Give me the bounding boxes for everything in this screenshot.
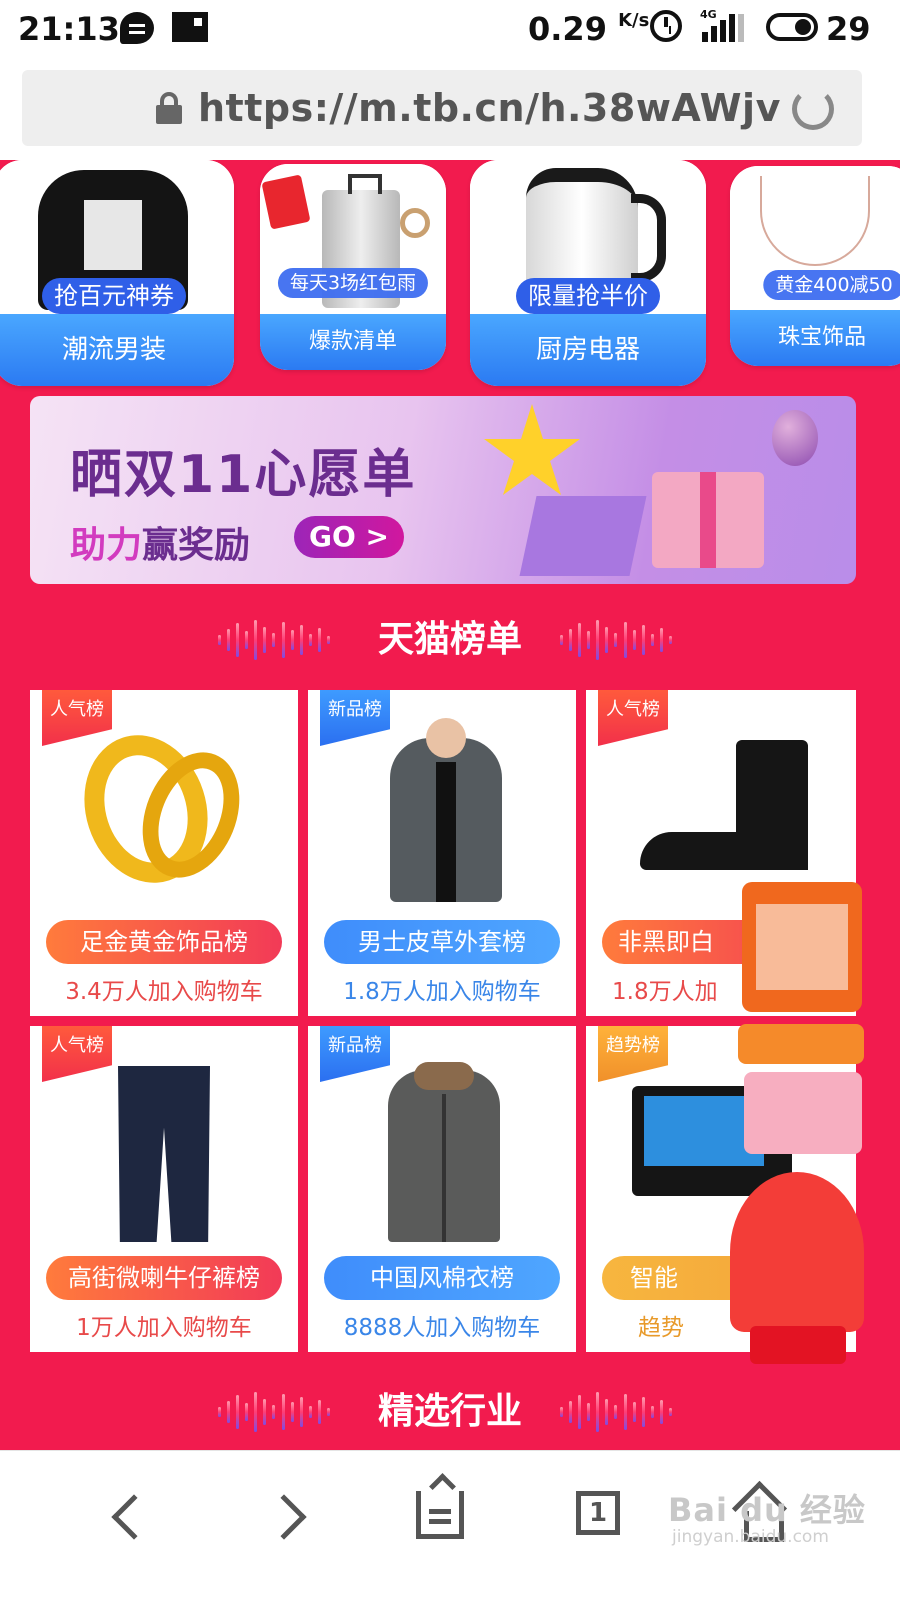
product-card[interactable]: 人气榜 高街微喇牛仔裤榜 1万人加入购物车 [30,1026,298,1352]
product-image [390,738,502,902]
forward-button[interactable] [258,1481,338,1561]
wave-decoration [218,1388,330,1436]
category-card-jewelry[interactable]: 黄金400减50 珠宝饰品 [730,166,900,366]
battery-saver-icon [766,13,818,41]
banner-subtitle: 助力赢奖励 [70,525,251,566]
category-promo: 每天3场红包雨 [277,268,429,298]
tabs-icon: 1 [576,1491,620,1535]
product-ranking-name: 高街微喇牛仔裤榜 [46,1256,282,1300]
industry-section-header: 精选行业 [0,1380,900,1444]
cart-count: 1.8万人加入购物车 [343,979,541,1005]
reload-icon[interactable] [792,88,834,130]
category-label: 爆款清单 [260,314,446,370]
section-title: 精选行业 [377,1391,522,1432]
category-image [260,164,446,324]
go-button[interactable]: GO > [294,516,404,558]
signal-icon: 4G [700,8,744,44]
chat-notification-icon [120,12,154,44]
category-card-mens-fashion[interactable]: 抢百元神券 潮流男装 [0,160,234,386]
product-image [640,740,810,880]
product-ranking-name: 中国风棉衣榜 [324,1256,560,1300]
section-title: 天猫榜单 [377,619,522,660]
watermark: Bai du 经验 [668,1491,866,1529]
ranking-section-header: 天猫榜单 [0,608,900,672]
category-card-kitchen[interactable]: 限量抢半价 厨房电器 [470,160,706,386]
floating-taobao-ad[interactable] [730,882,872,1372]
alarm-icon [650,10,682,42]
status-time: 21:13 [18,10,120,48]
cart-count: 3.4万人加入购物车 [65,979,263,1005]
category-label: 珠宝饰品 [730,310,900,366]
wave-decoration [218,616,330,664]
watermark-url: jingyan.baidu.com [672,1527,829,1547]
category-promo: 抢百元神券 [42,278,186,314]
wishlist-banner[interactable]: 晒双11心愿单 助力赢奖励 GO > [30,396,856,584]
wave-decoration [560,616,672,664]
lock-icon [156,92,182,124]
tabs-button[interactable]: 1 [560,1481,640,1561]
image-notification-icon [172,12,208,42]
banner-title: 晒双11心愿单 [70,445,417,505]
category-label: 潮流男装 [0,314,234,386]
product-ranking-name: 男士皮草外套榜 [324,920,560,964]
product-card[interactable]: 新品榜 男士皮草外套榜 1.8万人加入购物车 [308,690,576,1016]
product-card[interactable]: 人气榜 足金黄金饰品榜 3.4万人加入购物车 [30,690,298,1016]
category-label: 厨房电器 [470,314,706,386]
rank-tag: 人气榜 [42,690,112,746]
taobao-badge-icon[interactable] [742,882,862,1012]
category-promo: 限量抢半价 [516,278,660,314]
page-content: 抢百元神券 潮流男装 每天3场红包雨 爆款清单 限量抢半价 厨房电器 黄金400… [0,160,900,1450]
wave-decoration [560,1388,672,1436]
category-card-hot-list[interactable]: 每天3场红包雨 爆款清单 [260,164,446,370]
network-speed: 0.29 K/s [528,10,650,48]
share-icon [416,1491,464,1539]
chevron-right-icon [261,1494,307,1540]
product-card[interactable]: 新品榜 中国风棉衣榜 8888人加入购物车 [308,1026,576,1352]
rank-tag: 新品榜 [320,690,390,746]
red-packet-icon[interactable] [730,1172,864,1332]
browser-toolbar: 1 Bai du 经验 jingyan.baidu.com [0,1450,900,1600]
address-bar[interactable]: https://m.tb.cn/h.38wAWjv [22,70,862,146]
product-image [118,1066,210,1242]
cart-count: 8888人加入购物车 [343,1315,541,1341]
category-promo: 黄金400减50 [763,270,900,300]
rank-tag: 新品榜 [320,1026,390,1082]
rank-tag: 人气榜 [42,1026,112,1082]
product-image [388,1062,500,1242]
back-button[interactable] [92,1481,172,1561]
share-button[interactable] [398,1481,478,1561]
url-text[interactable]: https://m.tb.cn/h.38wAWjv [198,86,781,130]
product-ranking-name: 足金黄金饰品榜 [46,920,282,964]
status-bar: 21:13 0.29 K/s 4G 29 [0,0,900,56]
chevron-left-icon [111,1494,157,1540]
rank-tag: 人气榜 [598,690,668,746]
category-carousel[interactable]: 抢百元神券 潮流男装 每天3场红包雨 爆款清单 限量抢半价 厨房电器 黄金400… [0,160,900,392]
cart-count: 1万人加入购物车 [76,1315,252,1341]
category-image [730,166,900,326]
rank-tag: 趋势榜 [598,1026,668,1082]
battery-level: 29 [826,10,871,48]
